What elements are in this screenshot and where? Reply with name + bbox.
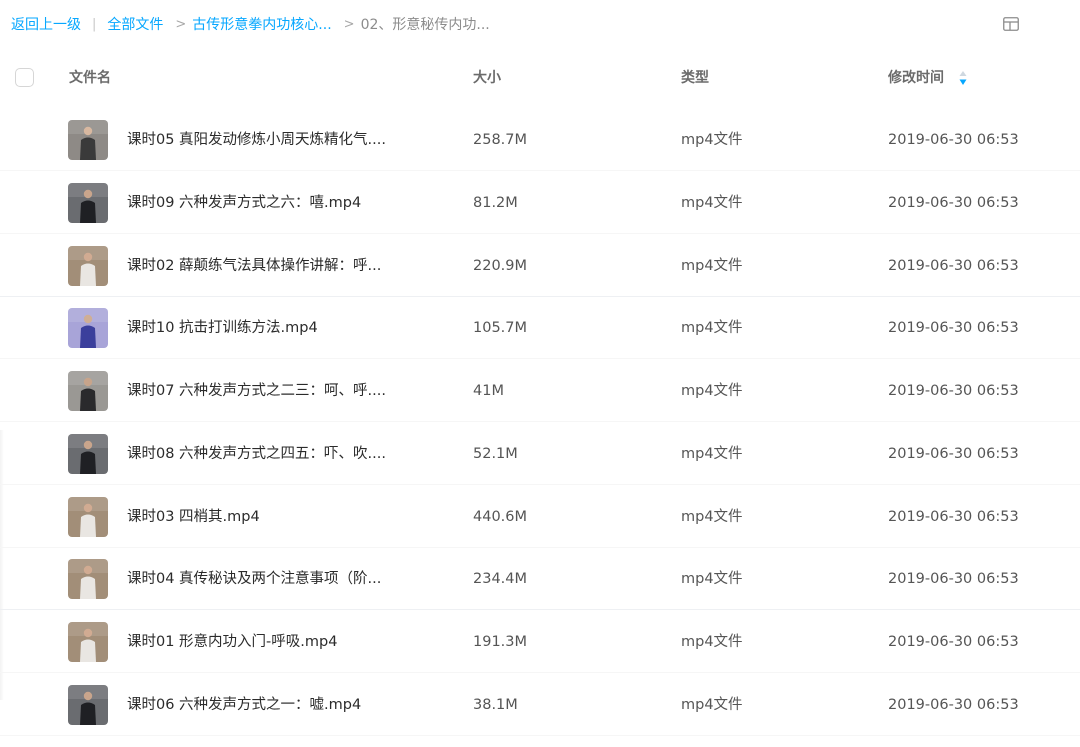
column-header-size[interactable]: 大小 [473, 68, 501, 88]
file-list-page: 返回上一级 | 全部文件 > 古传形意拳内功核心... > 02、形意秘传内功.… [0, 0, 1080, 747]
table-row[interactable]: 课时05 真阳发动修炼小周天炼精化气.... 258.7M mp4文件 2019-06… [0, 108, 1080, 171]
file-size: 38.1M [473, 696, 518, 713]
file-modified-time: 2019-06-30 06:53 [888, 445, 1019, 462]
video-thumbnail-icon[interactable] [68, 433, 108, 474]
chevron-right-icon: > [343, 16, 355, 32]
column-header-modified[interactable]: 修改时间 [888, 68, 944, 88]
file-modified-time: 2019-06-30 06:53 [888, 383, 1019, 399]
breadcrumb-divider: | [92, 16, 97, 32]
file-name[interactable]: 课时05 真阳发动修炼小周天炼精化气.... [127, 130, 386, 150]
file-size: 105.7M [473, 320, 528, 337]
file-name[interactable]: 课时07 六种发声方式之二三：呵、呼.... [127, 381, 386, 401]
table-row[interactable]: 课时07 六种发声方式之二三：呵、呼.... 41M mp4文件 2019-06-30… [0, 359, 1080, 422]
file-type: mp4文件 [681, 571, 743, 588]
table-row[interactable]: 课时09 六种发声方式之六：嘻.mp4 81.2M mp4文件 2019-06-30 … [0, 171, 1080, 234]
breadcrumb-current: 02、形意秘传内功... [360, 17, 490, 33]
file-type: mp4文件 [681, 383, 743, 399]
row-divider [0, 734, 1080, 736]
video-thumbnail-icon[interactable] [68, 245, 108, 286]
file-size: 440.6M [473, 508, 528, 525]
file-modified-time: 2019-06-30 06:53 [888, 696, 1019, 713]
back-link[interactable]: 返回上一级 [11, 14, 81, 34]
file-name[interactable]: 课时01 形意内功入门-呼吸.mp4 [127, 632, 337, 652]
file-modified-time: 2019-06-30 06:53 [888, 257, 1019, 274]
file-size: 41M [473, 383, 504, 399]
file-modified-time: 2019-06-30 06:53 [888, 508, 1019, 525]
table-row[interactable]: 课时02 薛颠练气法具体操作讲解：呼... 220.9M mp4文件 2019-06-… [0, 234, 1080, 297]
file-name[interactable]: 课时06 六种发声方式之一：嘘.mp4 [127, 695, 361, 715]
file-name[interactable]: 课时10 抗击打训练方法.mp4 [127, 318, 318, 338]
file-size: 191.3M [473, 634, 528, 650]
table-row[interactable]: 课时03 四梢其.mp4 440.6M mp4文件 2019-06-30 06:53 [0, 485, 1080, 548]
file-modified-time: 2019-06-30 06:53 [888, 571, 1019, 588]
table-row[interactable]: 课时10 抗击打训练方法.mp4 105.7M mp4文件 2019-06-30 06… [0, 296, 1080, 360]
file-modified-time: 2019-06-30 06:53 [888, 320, 1019, 337]
video-thumbnail-icon[interactable] [68, 308, 108, 349]
chevron-right-icon: > [175, 16, 187, 32]
file-name[interactable]: 课时08 六种发声方式之四五：吓、吹.... [127, 444, 386, 464]
file-modified-time: 2019-06-30 06:53 [888, 132, 1019, 148]
video-thumbnail-icon[interactable] [68, 622, 108, 662]
file-name[interactable]: 课时02 薛颠练气法具体操作讲解：呼... [127, 256, 381, 276]
select-all-checkbox[interactable] [15, 68, 34, 87]
file-name[interactable]: 课时09 六种发声方式之六：嘻.mp4 [127, 193, 361, 213]
file-list: 课时05 真阳发动修炼小周天炼精化气.... 258.7M mp4文件 2019-06… [0, 108, 1080, 736]
video-thumbnail-icon[interactable] [68, 182, 108, 223]
file-type: mp4文件 [681, 320, 743, 337]
file-type: mp4文件 [681, 508, 743, 525]
file-size: 258.7M [473, 132, 528, 148]
file-size: 220.9M [473, 257, 528, 274]
file-type: mp4文件 [681, 132, 743, 148]
breadcrumb-folder[interactable]: 古传形意拳内功核心... [192, 14, 331, 34]
video-thumbnail-icon[interactable] [68, 496, 108, 537]
file-modified-time: 2019-06-30 06:53 [888, 194, 1019, 211]
table-row[interactable]: 课时08 六种发声方式之四五：吓、吹.... 52.1M mp4文件 2019-06-… [0, 422, 1080, 485]
file-modified-time: 2019-06-30 06:53 [888, 634, 1019, 650]
grid-view-icon[interactable] [1003, 16, 1019, 31]
file-type: mp4文件 [681, 445, 743, 462]
sort-descending-icon[interactable] [958, 70, 968, 86]
video-thumbnail-icon[interactable] [68, 684, 108, 725]
file-type: mp4文件 [681, 634, 743, 650]
file-type: mp4文件 [681, 257, 743, 274]
video-thumbnail-icon[interactable] [68, 371, 108, 411]
column-header-type[interactable]: 类型 [681, 68, 709, 88]
file-type: mp4文件 [681, 194, 743, 211]
breadcrumb-all-files[interactable]: 全部文件 [107, 14, 163, 34]
video-thumbnail-icon[interactable] [68, 559, 108, 600]
table-row[interactable]: 课时04 真传秘诀及两个注意事项（阶... 234.4M mp4文件 2019-06-… [0, 547, 1080, 611]
breadcrumb: 返回上一级 | 全部文件 > 古传形意拳内功核心... > 02、形意秘传内功.… [11, 13, 490, 35]
column-header-name[interactable]: 文件名 [69, 68, 111, 88]
file-name[interactable]: 课时04 真传秘诀及两个注意事项（阶... [127, 569, 381, 589]
file-size: 52.1M [473, 445, 518, 462]
file-size: 81.2M [473, 194, 518, 211]
file-name[interactable]: 课时03 四梢其.mp4 [127, 507, 260, 527]
table-row[interactable]: 课时06 六种发声方式之一：嘘.mp4 38.1M mp4文件 2019-06-30 … [0, 673, 1080, 736]
table-row[interactable]: 课时01 形意内功入门-呼吸.mp4 191.3M mp4文件 2019-06-30 … [0, 610, 1080, 673]
video-thumbnail-icon[interactable] [68, 120, 108, 160]
file-size: 234.4M [473, 571, 528, 588]
file-type: mp4文件 [681, 696, 743, 713]
